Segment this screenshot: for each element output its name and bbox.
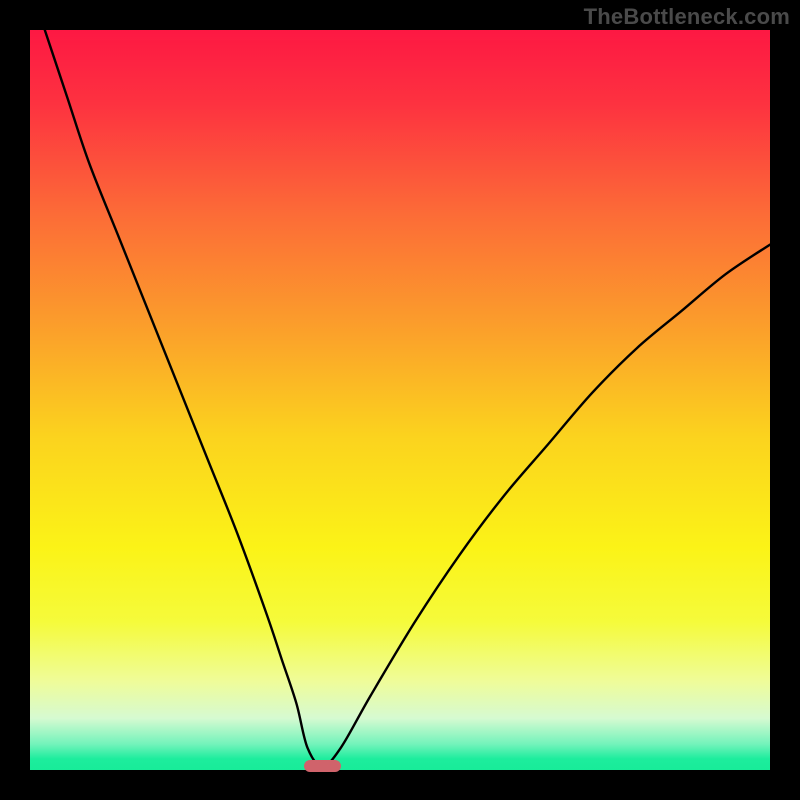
plot-area [30,30,770,770]
chart-frame: TheBottleneck.com [0,0,800,800]
optimal-marker [304,760,341,772]
watermark-text: TheBottleneck.com [584,4,790,30]
bottleneck-curve [45,30,770,766]
curve-layer [30,30,770,770]
